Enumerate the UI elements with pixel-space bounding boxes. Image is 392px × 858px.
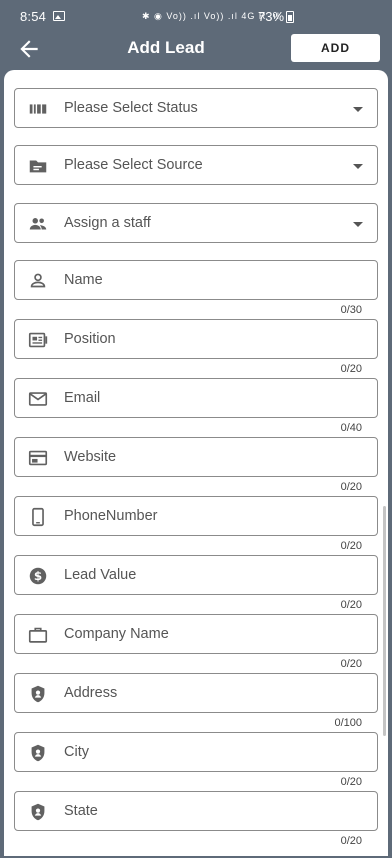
dollar-icon: $ [29,567,47,585]
phone-counter: 0/20 [340,540,362,552]
lead-value-field[interactable]: $ Lead Value [14,555,378,595]
phone-placeholder: PhoneNumber [64,508,158,524]
address-field[interactable]: Address [14,673,378,713]
website-field[interactable]: Website [14,437,378,477]
state-placeholder: State [64,803,98,819]
status-bar: 8:54 ✱ ◉ Vo)) .ıl Vo)) .ıl 4G R .ıl 73% [0,0,392,32]
city-field[interactable]: City [14,732,378,772]
mail-icon [28,392,48,406]
company-name-placeholder: Company Name [64,626,169,642]
svg-text:$: $ [34,569,42,583]
chevron-down-icon [353,222,363,227]
page-title: Add Lead [127,38,205,57]
browser-icon [28,450,48,466]
location-shield-icon [31,803,45,821]
source-folder-icon [29,160,47,173]
status-bars-icon [29,104,47,114]
source-select[interactable]: Please Select Source [14,145,378,185]
chevron-down-icon [353,107,363,112]
city-placeholder: City [64,744,89,760]
email-field[interactable]: Email [14,378,378,418]
chevron-down-icon [353,164,363,169]
company-name-field[interactable]: Company Name [14,614,378,654]
people-icon [29,218,47,230]
state-counter: 0/20 [340,835,362,847]
form-card: Please Select Status Please Select Sourc… [4,70,388,856]
source-select-label: Please Select Source [64,157,203,173]
staff-select-label: Assign a staff [64,215,151,231]
phone-field[interactable]: PhoneNumber [14,496,378,536]
name-field[interactable]: Name [14,260,378,300]
staff-select[interactable]: Assign a staff [14,203,378,243]
email-counter: 0/40 [340,422,362,434]
city-counter: 0/20 [340,776,362,788]
website-counter: 0/20 [340,481,362,493]
status-select[interactable]: Please Select Status [14,88,378,128]
id-card-icon [28,332,48,348]
app-bar: Add Lead ADD [0,32,392,70]
scrollbar[interactable] [383,506,386,736]
status-time: 8:54 [20,9,47,24]
location-shield-icon [31,685,45,703]
battery-percent: 73% [258,9,285,24]
position-counter: 0/20 [340,363,362,375]
company-name-counter: 0/20 [340,658,362,670]
person-icon [30,273,46,288]
website-placeholder: Website [64,449,117,465]
position-placeholder: Position [64,331,116,347]
location-shield-icon [31,744,45,762]
add-button[interactable]: ADD [291,34,380,62]
gallery-icon [53,11,65,21]
name-placeholder: Name [64,272,103,288]
lead-value-placeholder: Lead Value [64,567,137,583]
email-placeholder: Email [64,390,101,406]
battery-icon [286,11,294,23]
status-select-label: Please Select Status [64,100,198,116]
name-counter: 0/30 [340,304,362,316]
briefcase-icon [28,627,48,643]
state-field[interactable]: State [14,791,378,831]
position-field[interactable]: Position [14,319,378,359]
lead-value-counter: 0/20 [340,599,362,611]
address-placeholder: Address [64,685,118,701]
phone-icon [32,507,44,527]
address-counter: 0/100 [334,717,362,729]
